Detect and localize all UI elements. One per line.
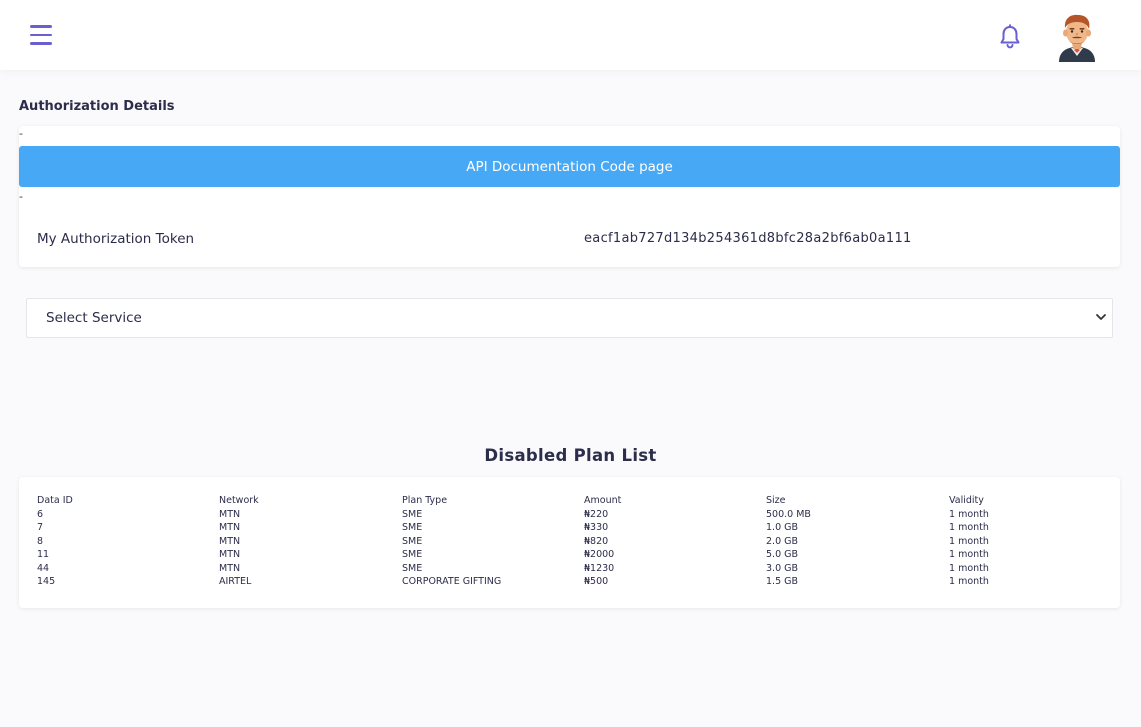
separator-dash-top: - [19, 127, 23, 140]
table-cell-data-id: 8 [37, 536, 44, 547]
table-cell-amount: ₦1230 [584, 563, 615, 574]
table-cell-validity: 1 month [949, 549, 989, 560]
table-cell-network: MTN [219, 536, 241, 547]
table-cell-validity: 1 month [949, 509, 989, 520]
table-cell-amount: ₦2000 [584, 549, 615, 560]
table-cell-validity: 1 month [949, 563, 989, 574]
table-cell-size: 500.0 MB [766, 509, 811, 520]
hamburger-icon[interactable] [30, 25, 52, 45]
column-header-validity: Validity [949, 495, 984, 506]
table-cell-network: MTN [219, 522, 241, 533]
table-cell-plan-type: SME [402, 563, 423, 574]
chevron-down-icon [1096, 314, 1106, 320]
api-documentation-button[interactable]: API Documentation Code page [19, 146, 1120, 187]
table-cell-data-id: 145 [37, 576, 56, 587]
table-cell-size: 1.0 GB [766, 522, 799, 533]
table-cell-data-id: 44 [37, 563, 50, 574]
table-cell-plan-type: SME [402, 549, 423, 560]
separator-dash-bottom: - [19, 190, 23, 203]
service-select[interactable]: Select Service [26, 298, 1113, 338]
table-cell-network: AIRTEL [219, 576, 252, 587]
table-cell-validity: 1 month [949, 576, 989, 587]
disabled-plan-list-title: Disabled Plan List [484, 446, 657, 465]
table-cell-size: 5.0 GB [766, 549, 799, 560]
table-cell-plan-type: SME [402, 536, 423, 547]
table-cell-network: MTN [219, 563, 241, 574]
bell-icon[interactable] [998, 24, 1022, 50]
table-cell-size: 1.5 GB [766, 576, 799, 587]
top-navbar [0, 0, 1141, 70]
table-cell-data-id: 7 [37, 522, 44, 533]
authorization-token-value: eacf1ab727d134b254361d8bfc28a2bf6ab0a111 [584, 231, 912, 246]
service-select-value: Select Service [46, 310, 142, 326]
table-cell-size: 2.0 GB [766, 536, 799, 547]
user-avatar[interactable] [1056, 12, 1098, 62]
table-cell-size: 3.0 GB [766, 563, 799, 574]
table-cell-amount: ₦820 [584, 536, 609, 547]
authorization-section-title: Authorization Details [19, 99, 175, 114]
table-cell-network: MTN [219, 549, 241, 560]
table-cell-data-id: 6 [37, 509, 44, 520]
table-cell-plan-type: SME [402, 509, 423, 520]
disabled-plan-table: Data ID Network Plan Type Amount Size Va… [19, 477, 1120, 608]
table-cell-data-id: 11 [37, 549, 50, 560]
table-cell-amount: ₦500 [584, 576, 609, 587]
table-cell-amount: ₦220 [584, 509, 609, 520]
column-header-plan-type: Plan Type [402, 495, 448, 506]
table-cell-validity: 1 month [949, 536, 989, 547]
column-header-amount: Amount [584, 495, 622, 506]
table-cell-plan-type: SME [402, 522, 423, 533]
table-cell-plan-type: CORPORATE GIFTING [402, 576, 502, 587]
table-cell-network: MTN [219, 509, 241, 520]
table-cell-validity: 1 month [949, 522, 989, 533]
authorization-token-label: My Authorization Token [37, 231, 195, 247]
column-header-data-id: Data ID [37, 495, 73, 506]
column-header-network: Network [219, 495, 259, 506]
column-header-size: Size [766, 495, 786, 506]
table-cell-amount: ₦330 [584, 522, 609, 533]
